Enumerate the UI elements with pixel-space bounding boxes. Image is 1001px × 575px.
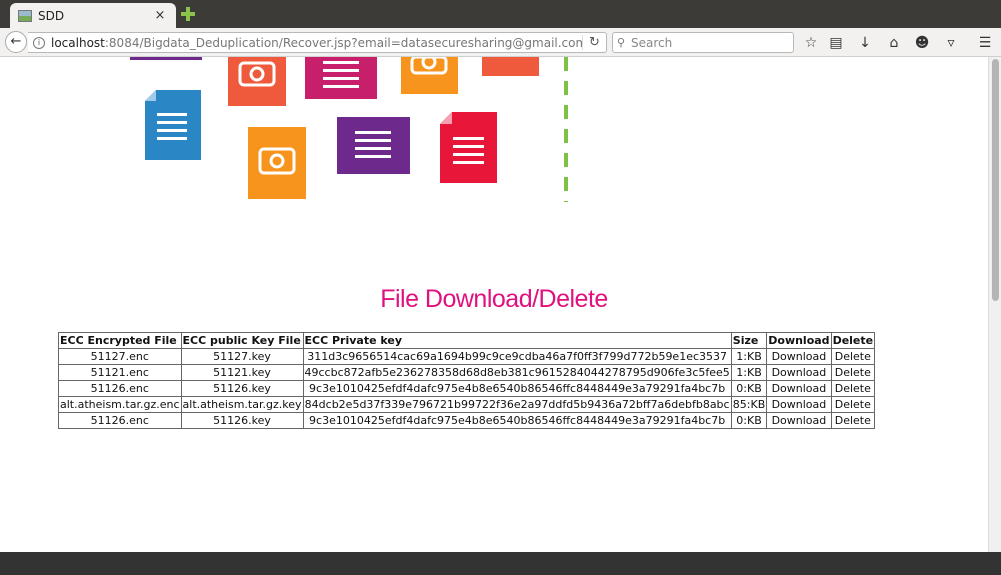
public-key-cell: 51121.key <box>180 364 304 381</box>
private-key-cell: 9c3e1010425efdf4dafc975e4b8e6540b86546ff… <box>302 380 732 397</box>
page-title: File Download/Delete <box>380 285 608 313</box>
download-link[interactable]: Download <box>766 380 832 397</box>
size-cell: 1:KB <box>730 348 768 365</box>
public-key-cell: 51127.key <box>180 348 304 365</box>
encrypted-file-cell: alt.atheism.tar.gz.enc <box>58 396 182 413</box>
url-path: :8084/Bigdata_Deduplication/Recover.jsp?… <box>104 35 582 50</box>
delete-link[interactable]: Delete <box>830 348 876 365</box>
table-row: 51126.enc 51126.key 9c3e1010425efdf4dafc… <box>58 380 876 397</box>
search-icon: ⚲ <box>617 36 626 49</box>
pocket-icon[interactable]: ▿ <box>941 33 961 53</box>
table-row: 51126.enc 51126.key 9c3e1010425efdf4dafc… <box>58 412 876 429</box>
page-content: File Download/Delete ECC Encrypted File … <box>0 57 988 552</box>
delete-link[interactable]: Delete <box>830 412 876 429</box>
delete-link[interactable]: Delete <box>830 364 876 381</box>
search-bar[interactable]: ⚲ <box>612 32 794 53</box>
download-link[interactable]: Download <box>766 412 832 429</box>
purple-document-shape <box>337 117 410 174</box>
tab-strip: SDD × <box>0 0 1001 28</box>
download-link[interactable]: Download <box>766 364 832 381</box>
chat-icon[interactable]: ☻ <box>912 33 932 53</box>
private-key-cell: 49ccbc872afb5e236278358d68d8eb381c961528… <box>302 364 732 381</box>
public-key-cell: 51126.key <box>180 412 304 429</box>
scrollbar-thumb[interactable] <box>992 59 999 301</box>
encrypted-file-cell: 51126.enc <box>58 380 182 397</box>
private-key-cell: 9c3e1010425efdf4dafc975e4b8e6540b86546ff… <box>302 412 732 429</box>
menu-icon[interactable]: ☰ <box>975 33 995 53</box>
column-header: ECC public Key File <box>180 332 304 349</box>
url-text[interactable]: localhost:8084/Bigdata_Deduplication/Rec… <box>51 36 582 50</box>
column-header: ECC Private key <box>302 332 732 349</box>
column-header: Delete <box>830 332 876 349</box>
search-input[interactable] <box>631 35 781 50</box>
camera-file-shape-2 <box>401 57 458 94</box>
browser-window: SDD × ← i localhost:8084/Bigdata_Dedupli… <box>0 0 1001 575</box>
page-footer <box>0 552 1001 575</box>
encrypted-file-cell: 51121.enc <box>58 364 182 381</box>
reload-icon[interactable]: ↻ <box>582 35 606 50</box>
new-tab-icon[interactable] <box>180 6 196 22</box>
private-key-cell: 84dcb2e5d37f339e796721b99722f36e2a97ddfd… <box>302 396 732 413</box>
tab-close-icon[interactable]: × <box>152 8 168 23</box>
file-illustration <box>130 57 568 202</box>
info-icon[interactable]: i <box>33 36 45 49</box>
column-header: Size <box>730 332 768 349</box>
column-header: ECC Encrypted File <box>58 332 182 349</box>
download-link[interactable]: Download <box>766 396 832 413</box>
column-header: Download <box>766 332 832 349</box>
size-cell: 85:KB <box>730 396 768 413</box>
folder-shape <box>130 57 202 60</box>
browser-tab[interactable]: SDD × <box>10 3 176 28</box>
table-header-row: ECC Encrypted File ECC public Key File E… <box>58 332 876 349</box>
vertical-scrollbar[interactable] <box>988 57 1001 552</box>
table-row: 51127.enc 51127.key 311d3c9656514cac69a1… <box>58 348 876 365</box>
camera-file-shape-3 <box>248 127 306 199</box>
table-row: 51121.enc 51121.key 49ccbc872afb5e236278… <box>58 364 876 381</box>
size-cell: 0:KB <box>730 380 768 397</box>
public-key-cell: 51126.key <box>180 380 304 397</box>
table-row: alt.atheism.tar.gz.enc alt.atheism.tar.g… <box>58 396 876 413</box>
reading-list-icon[interactable]: ▤ <box>826 33 846 53</box>
download-link[interactable]: Download <box>766 348 832 365</box>
bookmark-star-icon[interactable]: ☆ <box>801 33 821 53</box>
encrypted-file-cell: 51126.enc <box>58 412 182 429</box>
favicon-icon <box>18 9 32 22</box>
private-key-cell: 311d3c9656514cac69a1694b99c9ce9cdba46a7f… <box>302 348 732 365</box>
public-key-cell: alt.atheism.tar.gz.key <box>180 396 304 413</box>
back-arrow-icon[interactable]: ← <box>5 31 27 53</box>
file-shape-red <box>482 57 539 76</box>
url-host: localhost <box>51 35 105 50</box>
size-cell: 1:KB <box>730 364 768 381</box>
url-bar[interactable]: i localhost:8084/Bigdata_Deduplication/R… <box>28 32 607 53</box>
files-table: ECC Encrypted File ECC public Key File E… <box>58 332 876 429</box>
navigation-bar: ← i localhost:8084/Bigdata_Deduplication… <box>0 28 1001 57</box>
delete-link[interactable]: Delete <box>830 380 876 397</box>
encrypted-file-cell: 51127.enc <box>58 348 182 365</box>
home-icon[interactable]: ⌂ <box>884 33 904 53</box>
size-cell: 0:KB <box>730 412 768 429</box>
delete-link[interactable]: Delete <box>830 396 876 413</box>
download-icon[interactable]: ↓ <box>855 33 875 53</box>
tab-title: SDD <box>38 8 65 23</box>
